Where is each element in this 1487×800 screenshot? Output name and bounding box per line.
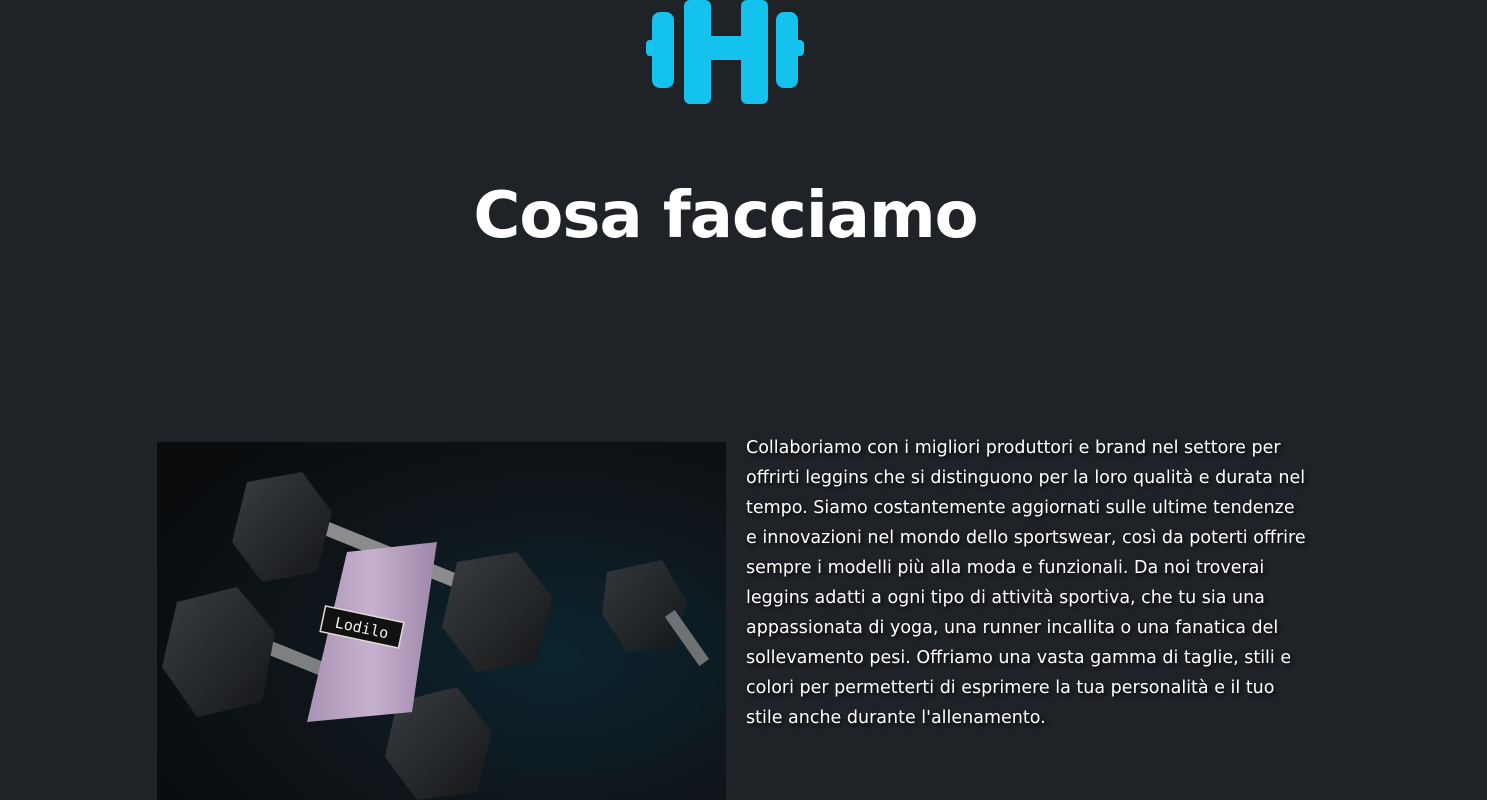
page: Cosa facciamo Lodilo Collaboriamo con i … [0, 0, 1487, 800]
section-description: Collaboriamo con i migliori produttori e… [746, 438, 1306, 728]
dumbbells-photo: Lodilo [157, 442, 726, 800]
section-title: Cosa facciamo [473, 179, 978, 253]
dumbbell-logo-icon[interactable] [646, 0, 806, 106]
